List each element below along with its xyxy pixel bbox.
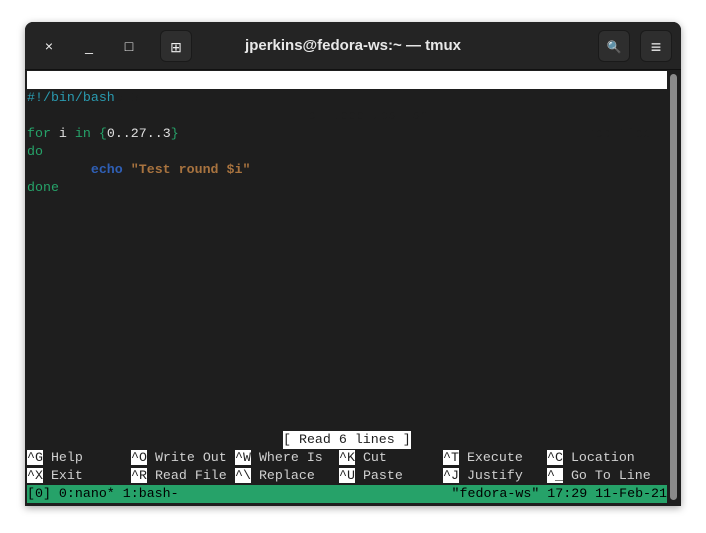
shortcut-label: Write Out [154, 450, 227, 465]
search-icon: 🔍 [606, 40, 622, 54]
code-line-3: for i in {0..27..3} [27, 125, 179, 143]
shortcut-label: Cut [362, 450, 387, 465]
scrollbar[interactable] [670, 74, 677, 500]
keyword-echo: echo [90, 162, 123, 177]
code-line-4: do [27, 143, 43, 161]
shortcut-item[interactable]: ^C Location [547, 449, 635, 467]
hamburger-icon: ≡ [650, 37, 662, 57]
titlebar: × _ □ ⊞ jperkins@fedora-ws:~ — tmux 🔍 ≡ [25, 22, 681, 70]
shortcut-label: Read File [154, 468, 227, 483]
shortcut-item[interactable]: ^R Read File [131, 467, 227, 485]
shortcut-key: ^R [131, 468, 147, 483]
nano-header: GNU nano 5.3 for-loop-test.sh Modified [27, 71, 667, 141]
range: 0..27..3 [106, 126, 171, 141]
variable: i [50, 126, 75, 141]
shortcut-item[interactable]: ^T Execute [443, 449, 523, 467]
shortcut-key: ^\ [235, 468, 251, 483]
keyword-for: for [27, 126, 51, 141]
brace-open: { [98, 126, 107, 141]
shortcut-item[interactable]: ^U Paste [339, 467, 403, 485]
keyword-in: in [74, 126, 91, 141]
search-button[interactable]: 🔍 [598, 30, 630, 62]
shortcut-key: ^G [27, 450, 43, 465]
shortcut-label: Go To Line [570, 468, 651, 483]
shortcut-key: ^X [27, 468, 43, 483]
shortcut-item[interactable]: ^J Justify [443, 467, 523, 485]
shortcut-key: ^K [339, 450, 355, 465]
shortcut-item[interactable]: ^\ Replace [235, 467, 315, 485]
shortcut-label: Execute [466, 450, 523, 465]
code-line-1: #!/bin/bash [27, 89, 115, 107]
menu-button[interactable]: ≡ [640, 30, 672, 62]
window-title: jperkins@fedora-ws:~ — tmux [245, 37, 461, 54]
shortcut-item[interactable]: ^_ Go To Line [547, 467, 651, 485]
shortcut-label: Help [50, 450, 83, 465]
shortcut-label: Where Is [258, 450, 323, 465]
shortcut-item[interactable]: ^W Where Is [235, 449, 323, 467]
nano-filename: for-loop-test.sh [300, 108, 428, 123]
shebang: #!/bin/bash [27, 90, 115, 105]
keyword-do: do [27, 144, 43, 159]
nano-modified: Modified [587, 126, 651, 141]
terminal-content[interactable]: GNU nano 5.3 for-loop-test.sh Modified #… [27, 71, 669, 504]
shortcut-key: ^J [443, 468, 459, 483]
brace-close: } [170, 126, 179, 141]
tmux-windows[interactable]: [0] 0:nano* 1:bash- [27, 485, 179, 503]
nano-status-message: [ Read 6 lines ] [283, 431, 411, 449]
shortcut-key: ^U [339, 468, 355, 483]
shortcut-label: Paste [362, 468, 403, 483]
tmux-session-info: "fedora-ws" 17:29 11-Feb-21 [451, 486, 667, 501]
shortcut-item[interactable]: ^O Write Out [131, 449, 227, 467]
code-line-5: echo "Test round $i" [27, 161, 251, 179]
shortcut-item[interactable]: ^X Exit [27, 467, 83, 485]
keyword-done: done [27, 180, 59, 195]
shortcut-key: ^W [235, 450, 251, 465]
string-literal: "Test round $i" [130, 162, 251, 177]
shortcut-item[interactable]: ^G Help [27, 449, 83, 467]
shortcut-label: Location [570, 450, 635, 465]
shortcut-key: ^T [443, 450, 459, 465]
shortcut-key: ^_ [547, 468, 563, 483]
tmux-status-bar: [0] 0:nano* 1:bash- "fedora-ws" 17:29 11… [27, 485, 667, 503]
shortcut-key: ^C [547, 450, 563, 465]
shortcut-label: Replace [258, 468, 315, 483]
code-line-6: done [27, 179, 59, 197]
shortcut-label: Exit [50, 468, 83, 483]
shortcut-item[interactable]: ^K Cut [339, 449, 387, 467]
shortcut-key: ^O [131, 450, 147, 465]
terminal-window: × _ □ ⊞ jperkins@fedora-ws:~ — tmux 🔍 ≡ … [25, 22, 681, 506]
shortcut-label: Justify [466, 468, 523, 483]
